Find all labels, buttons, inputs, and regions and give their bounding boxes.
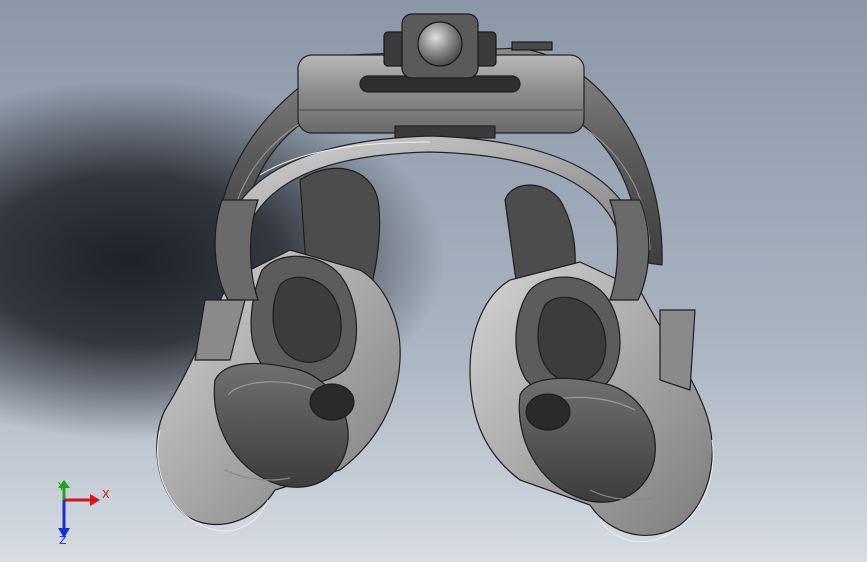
x-axis-label: X <box>102 488 110 501</box>
3d-viewport[interactable]: X Y Z <box>0 0 867 562</box>
left-ear-cup <box>156 167 401 532</box>
orientation-triad: X Y Z <box>57 480 110 547</box>
z-axis-arrow <box>58 500 70 538</box>
z-axis-label: Z <box>59 534 67 547</box>
vr-headset-model[interactable] <box>0 0 867 562</box>
y-axis-label: Y <box>57 480 65 493</box>
x-axis-arrow <box>64 494 100 506</box>
inner-arch <box>221 135 641 263</box>
